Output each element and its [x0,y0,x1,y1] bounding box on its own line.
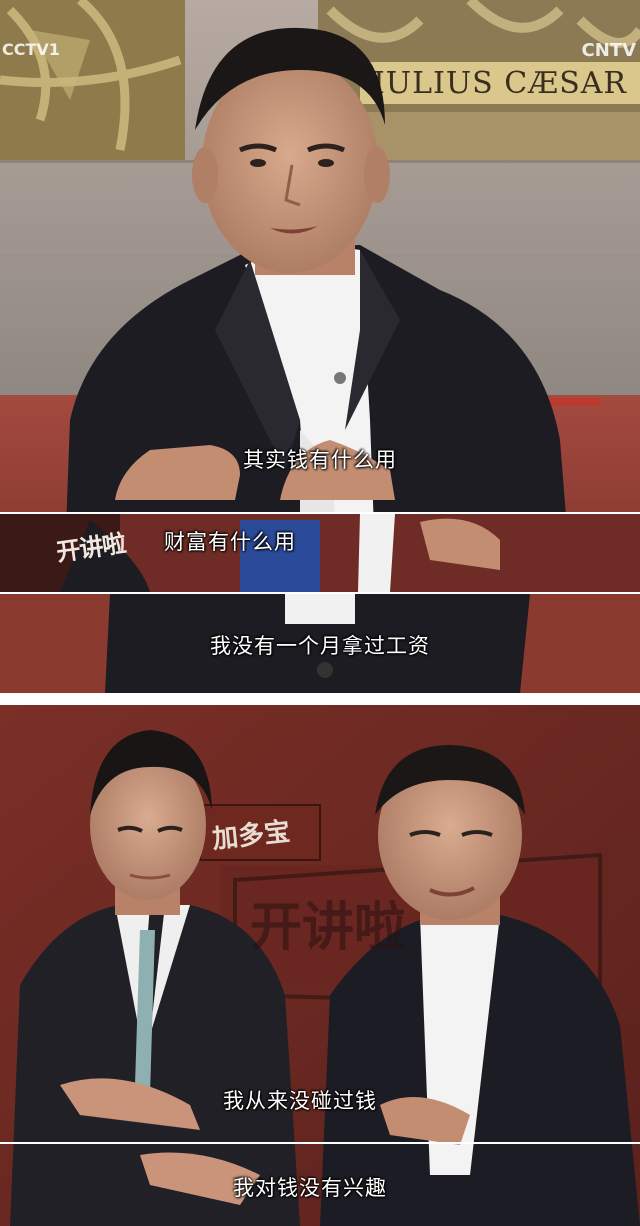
channel-logo: CCTV1 [2,40,60,59]
subtitle-5: 我对钱没有兴趣 [233,1176,387,1200]
bottom-photo-scene [0,705,640,1226]
subtitle-1: 其实钱有什么用 [243,448,397,472]
subtitle-3: 我没有一个月拿过工资 [210,634,430,658]
panel-separator [0,693,640,705]
top-photo-scene: IULIUS CÆSAR [0,0,640,693]
bottom-photo-panel: 加多宝 开讲啦 我从来没碰过钱 我对钱没有兴趣 [0,705,640,1226]
subtitle-4: 我从来没碰过钱 [223,1089,377,1113]
frame-divider-1 [0,512,640,514]
window-inscription: IULIUS CÆSAR [373,66,627,101]
watermark-logo: CNTV [581,40,636,61]
show-logo-2: 开讲啦 [250,897,407,958]
subtitle-2: 财富有什么用 [164,530,296,554]
frame-divider-3 [0,1142,640,1144]
frame-divider-2 [0,592,640,594]
top-photo-panel: IULIUS CÆSAR CCTV1 CNTV 开讲啦 其实钱有什么用 财富有什… [0,0,640,693]
